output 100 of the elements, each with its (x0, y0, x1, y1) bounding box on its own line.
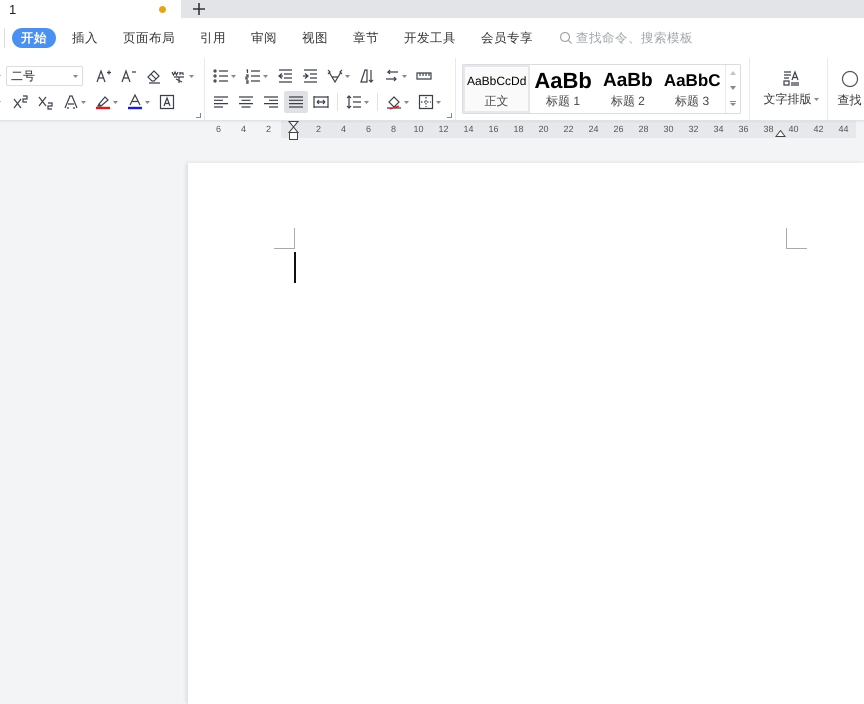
shading-icon (386, 94, 402, 110)
style-preview: AaBbCcDd (467, 72, 526, 90)
caret-icon (231, 74, 236, 78)
align-center-icon (238, 94, 254, 110)
sort-icon (359, 68, 375, 84)
font-shrink-icon (121, 68, 137, 84)
text-effect-icon (63, 94, 79, 110)
align-right-icon (263, 94, 279, 110)
style-name: 标题 1 (546, 92, 580, 110)
menu-tab[interactable]: 会员专享 (472, 28, 542, 48)
outdent-icon (277, 68, 293, 84)
borders-icon (418, 94, 434, 110)
align-justify-icon (288, 94, 304, 110)
ruler-number: 44 (838, 123, 848, 136)
style-name: 标题 2 (610, 92, 645, 110)
ruler-number: 4 (240, 123, 246, 136)
caret-icon (364, 100, 369, 104)
ruler-number: 16 (488, 123, 498, 136)
menu-tab[interactable]: 审阅 (242, 28, 286, 48)
ruler-number: 22 (563, 123, 574, 136)
subscript-icon (38, 94, 54, 110)
ruler-number: 6 (216, 123, 221, 136)
style-preview: AaBb (534, 68, 592, 92)
caret-icon (73, 74, 78, 78)
text-direction-icon (327, 68, 343, 84)
find-button[interactable]: 查找 (832, 70, 862, 108)
ruler-number: 6 (366, 123, 371, 136)
ruler-number: 32 (688, 123, 698, 136)
font-size-value: 二号 (11, 68, 35, 84)
ruler-number: 36 (738, 123, 748, 136)
caret-icon (145, 100, 150, 104)
bullet-list-icon (213, 68, 229, 84)
line-break-icon (384, 68, 400, 84)
indent-marker-icon[interactable] (288, 121, 299, 141)
ruler-number: 24 (588, 123, 598, 136)
margin-corner-mark (786, 228, 807, 249)
ruler-number: 20 (538, 123, 548, 136)
caret-icon (404, 100, 409, 104)
align-left-icon (213, 94, 229, 110)
line-spacing-icon (346, 94, 362, 110)
ruler-number: 26 (613, 123, 624, 136)
text-layout-icon (782, 70, 800, 87)
font-size-field[interactable]: 二号 (6, 66, 83, 86)
menu-tab[interactable]: 引用 (191, 28, 235, 48)
caret-icon (189, 74, 194, 78)
style-preset[interactable]: AaBb 标题 1 (530, 65, 596, 113)
margin-corner-mark (274, 228, 295, 249)
font-grow-icon (96, 68, 112, 84)
menu-tab[interactable]: 插入 (63, 28, 107, 48)
caret-icon (814, 98, 818, 101)
menu-tab[interactable]: 页面布局 (114, 28, 184, 48)
ruler-number: 38 (763, 123, 774, 136)
ruler-number: 10 (413, 123, 424, 136)
ruler-number: 14 (463, 123, 474, 136)
ruler-number: 18 (513, 123, 524, 136)
style-preview: AaBb (603, 68, 653, 92)
ruler-number: 42 (813, 123, 824, 136)
document-tab[interactable]: 1 (0, 0, 181, 18)
font-color-icon (127, 94, 143, 110)
ruler-number: 12 (438, 123, 448, 136)
indent-icon (302, 68, 318, 84)
dialog-launcher-icon[interactable] (447, 113, 452, 118)
ruler-number: 2 (316, 123, 321, 136)
superscript-icon (13, 94, 29, 110)
scroll-down-icon[interactable] (730, 86, 736, 90)
ruler-number: 4 (340, 123, 346, 136)
caret-icon (436, 100, 441, 104)
style-preset[interactable]: AaBbC 标题 3 (660, 65, 724, 113)
ruler-number: 8 (390, 123, 396, 136)
numbered-list-icon (245, 68, 261, 84)
expand-gallery-icon[interactable] (730, 101, 736, 108)
plus-icon (193, 3, 205, 15)
caret-icon (402, 74, 407, 78)
caret-icon (81, 100, 86, 104)
dialog-launcher-icon[interactable] (196, 113, 201, 118)
align-distributed-icon (313, 94, 329, 110)
style-preset[interactable]: AaBb 标题 2 (596, 65, 660, 113)
style-preset[interactable]: AaBbCcDd 正文 (463, 65, 530, 113)
style-preview: AaBbC (664, 70, 720, 92)
menu-tab[interactable]: 开发工具 (395, 28, 465, 48)
ruler-number: 40 (788, 123, 798, 136)
align-justify-button[interactable] (284, 91, 308, 113)
style-name: 正文 (484, 92, 509, 110)
caret-icon (345, 74, 350, 78)
highlighter-icon (95, 94, 111, 110)
ruler-number: 30 (663, 123, 674, 136)
ruler-number: 28 (638, 123, 648, 136)
caret-icon (263, 74, 268, 78)
text-layout-button[interactable]: 文字排版 (756, 70, 826, 108)
character-border-icon (159, 94, 175, 110)
ruler-number: 2 (266, 123, 271, 136)
style-name: 标题 3 (675, 92, 710, 110)
pinyin-icon (171, 68, 187, 84)
ruler-number: 34 (713, 123, 724, 136)
menu-tab[interactable]: 视图 (293, 28, 337, 48)
text-cursor (294, 252, 296, 283)
menu-tab[interactable]: 章节 (344, 28, 388, 48)
eraser-icon (146, 68, 162, 84)
document-title: 1 (9, 2, 16, 16)
caret-icon (113, 100, 118, 104)
